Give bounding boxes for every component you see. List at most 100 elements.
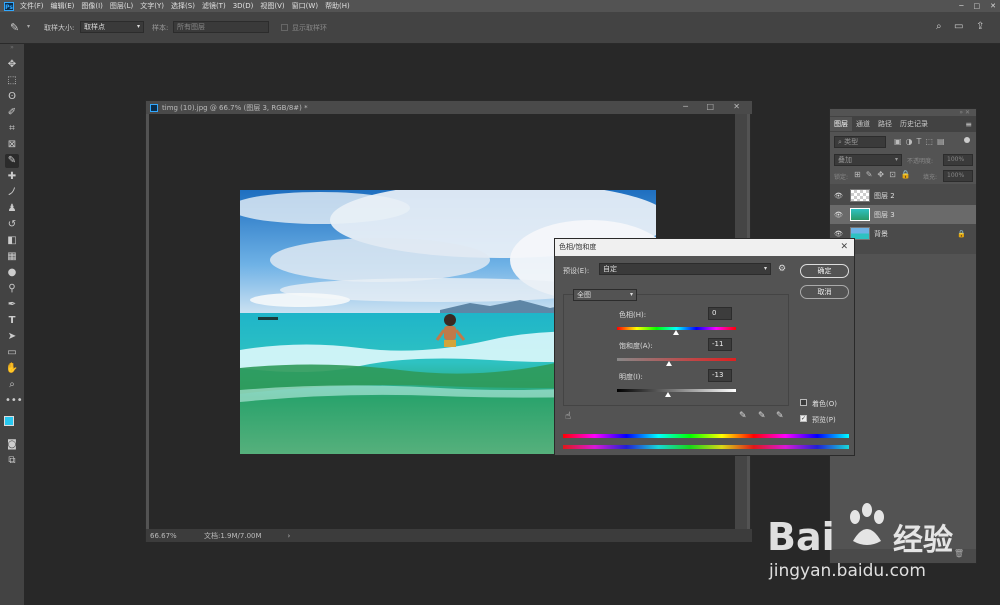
preset-select[interactable]: 自定 ▾ [599, 263, 771, 275]
opacity-value: 100% [947, 156, 965, 163]
tab-layers[interactable]: 图层 [830, 117, 852, 131]
menu-item-file[interactable]: 文件(F) [20, 1, 44, 11]
pen-tool-icon[interactable]: ✒ [5, 298, 19, 312]
quick-mask-icon[interactable]: ◙ [5, 438, 19, 452]
brush-tool-icon[interactable]: ノ [5, 186, 19, 200]
chevron-down-icon: ▾ [629, 291, 633, 298]
blur-tool-icon[interactable]: ● [5, 266, 19, 280]
preset-options-gear-icon[interactable]: ⚙ [778, 264, 786, 274]
menu-item-layer[interactable]: 图层(L) [110, 1, 133, 11]
path-select-tool-icon[interactable]: ➤ [5, 330, 19, 344]
doc-minimize-icon[interactable]: ─ [683, 102, 688, 111]
tool-preset-dropdown-icon[interactable]: ▾ [27, 23, 30, 30]
colorize-checkbox[interactable] [800, 399, 807, 406]
menu-item-view[interactable]: 视图(V) [260, 1, 284, 11]
fill-input[interactable]: 100% [943, 170, 973, 182]
menu-item-help[interactable]: 帮助(H) [325, 1, 350, 11]
tab-history[interactable]: 历史记录 [896, 117, 932, 131]
lightness-slider-track[interactable] [617, 389, 736, 392]
preview-label: 预览(P) [812, 416, 836, 424]
document-title-bar[interactable]: timg (10).jpg @ 66.7% (图层 3, RGB/8#) * ─… [146, 101, 752, 114]
eyedropper-icon[interactable]: ✎ [10, 21, 19, 34]
quick-select-tool-icon[interactable]: ✐ [5, 106, 19, 120]
targeted-adjustment-hand-icon[interactable]: ☝ [565, 411, 571, 422]
ok-button[interactable]: 确定 [800, 264, 849, 278]
zoom-tool-icon[interactable]: ⌕ [5, 378, 19, 392]
doc-maximize-icon[interactable]: □ [706, 102, 714, 111]
visibility-eye-icon[interactable]: 👁 [834, 192, 844, 200]
minimize-icon[interactable]: ─ [959, 2, 963, 10]
saturation-input[interactable]: -11 [708, 338, 732, 351]
search-icon[interactable]: ⌕ [936, 21, 942, 32]
filter-type-icons[interactable]: ▣◑T⬚▤ [894, 137, 949, 146]
eraser-tool-icon[interactable]: ◧ [5, 234, 19, 248]
subtract-from-sample-eyedropper-icon[interactable]: ✎ [776, 411, 784, 421]
channel-select[interactable]: 全图 ▾ [573, 289, 637, 301]
layer-row[interactable]: 👁 图层 2 [830, 186, 976, 205]
tools-panel: » ✥ ⬚ ʘ ✐ ⌗ ⊠ ✎ ✚ ノ ♟ ↺ ◧ ▦ ● ⚲ ✒ T ➤ ▭ … [0, 44, 24, 605]
lightness-slider-thumb[interactable] [665, 392, 671, 397]
menu-item-3d[interactable]: 3D(D) [233, 2, 254, 10]
doc-close-icon[interactable]: ✕ [733, 102, 740, 111]
marquee-tool-icon[interactable]: ⬚ [5, 74, 19, 88]
lock-icons[interactable]: ⊞✎✥⊡🔒 [854, 170, 916, 179]
status-menu-icon[interactable]: › [288, 532, 291, 540]
dodge-tool-icon[interactable]: ⚲ [5, 282, 19, 296]
clone-stamp-tool-icon[interactable]: ♟ [5, 202, 19, 216]
foreground-color-swatch[interactable] [4, 416, 14, 426]
maximize-icon[interactable]: □ [974, 2, 981, 10]
tab-channels[interactable]: 通道 [852, 117, 874, 131]
blend-mode-select[interactable]: 叠加 ▾ [834, 154, 902, 166]
rectangle-tool-icon[interactable]: ▭ [5, 346, 19, 360]
sample-size-select[interactable]: 取样点 ▾ [80, 21, 144, 33]
tab-paths[interactable]: 路径 [874, 117, 896, 131]
add-to-sample-eyedropper-icon[interactable]: ✎ [758, 411, 766, 421]
eyedropper-icon[interactable]: ✎ [739, 411, 747, 421]
dialog-title: 色相/饱和度 [559, 243, 597, 251]
lightness-input[interactable]: -13 [708, 369, 732, 382]
share-icon[interactable]: ⇪ [976, 21, 984, 32]
saturation-slider-track[interactable] [617, 358, 736, 361]
hand-tool-icon[interactable]: ✋ [5, 362, 19, 376]
input-color-bar [563, 434, 849, 438]
more-tools-icon[interactable]: ••• [5, 394, 23, 408]
visibility-eye-icon[interactable]: 👁 [834, 211, 844, 219]
type-tool-icon[interactable]: T [5, 314, 19, 328]
eyedropper-tool-icon[interactable]: ✎ [5, 154, 19, 168]
screen-mode-icon[interactable]: ⧉ [5, 454, 19, 468]
saturation-slider-thumb[interactable] [666, 361, 672, 366]
channel-value: 全图 [577, 291, 591, 299]
workspace-icon[interactable]: ▭ [954, 21, 963, 32]
gradient-tool-icon[interactable]: ▦ [5, 250, 19, 264]
hue-input[interactable]: 0 [708, 307, 732, 320]
menu-item-edit[interactable]: 编辑(E) [51, 1, 75, 11]
menu-item-image[interactable]: 图像(I) [81, 1, 103, 11]
cancel-button[interactable]: 取消 [800, 285, 849, 299]
menu-item-select[interactable]: 选择(S) [171, 1, 195, 11]
lasso-tool-icon[interactable]: ʘ [5, 90, 19, 104]
dialog-close-icon[interactable]: ✕ [840, 239, 848, 256]
opacity-input[interactable]: 100% [943, 154, 973, 166]
panel-menu-icon[interactable]: ≡ [965, 120, 972, 129]
crop-tool-icon[interactable]: ⌗ [5, 122, 19, 136]
close-icon[interactable]: ✕ [990, 2, 996, 10]
menu-item-type[interactable]: 文字(Y) [140, 1, 164, 11]
sample-select[interactable]: 所有图层 [173, 21, 269, 33]
panel-collapse-icon[interactable]: » ✕ [830, 109, 976, 116]
healing-brush-tool-icon[interactable]: ✚ [5, 170, 19, 184]
show-ring-checkbox[interactable] [281, 24, 288, 31]
layer-row-selected[interactable]: 👁 图层 3 [830, 205, 976, 224]
history-brush-tool-icon[interactable]: ↺ [5, 218, 19, 232]
hue-slider-thumb[interactable] [673, 330, 679, 335]
frame-tool-icon[interactable]: ⊠ [5, 138, 19, 152]
move-tool-icon[interactable]: ✥ [5, 58, 19, 72]
visibility-eye-icon[interactable]: 👁 [834, 230, 844, 238]
dialog-title-bar[interactable]: 色相/饱和度 ✕ [555, 239, 854, 256]
zoom-level[interactable]: 66.67% [150, 532, 190, 540]
filter-toggle-icon[interactable] [964, 137, 970, 143]
preview-checkbox[interactable]: ✓ [800, 415, 807, 422]
layer-filter-select[interactable]: ⌕ 类型 [834, 136, 886, 148]
sample-size-value: 取样点 [84, 23, 105, 31]
menu-item-filter[interactable]: 滤镜(T) [202, 1, 226, 11]
menu-item-window[interactable]: 窗口(W) [292, 1, 318, 11]
